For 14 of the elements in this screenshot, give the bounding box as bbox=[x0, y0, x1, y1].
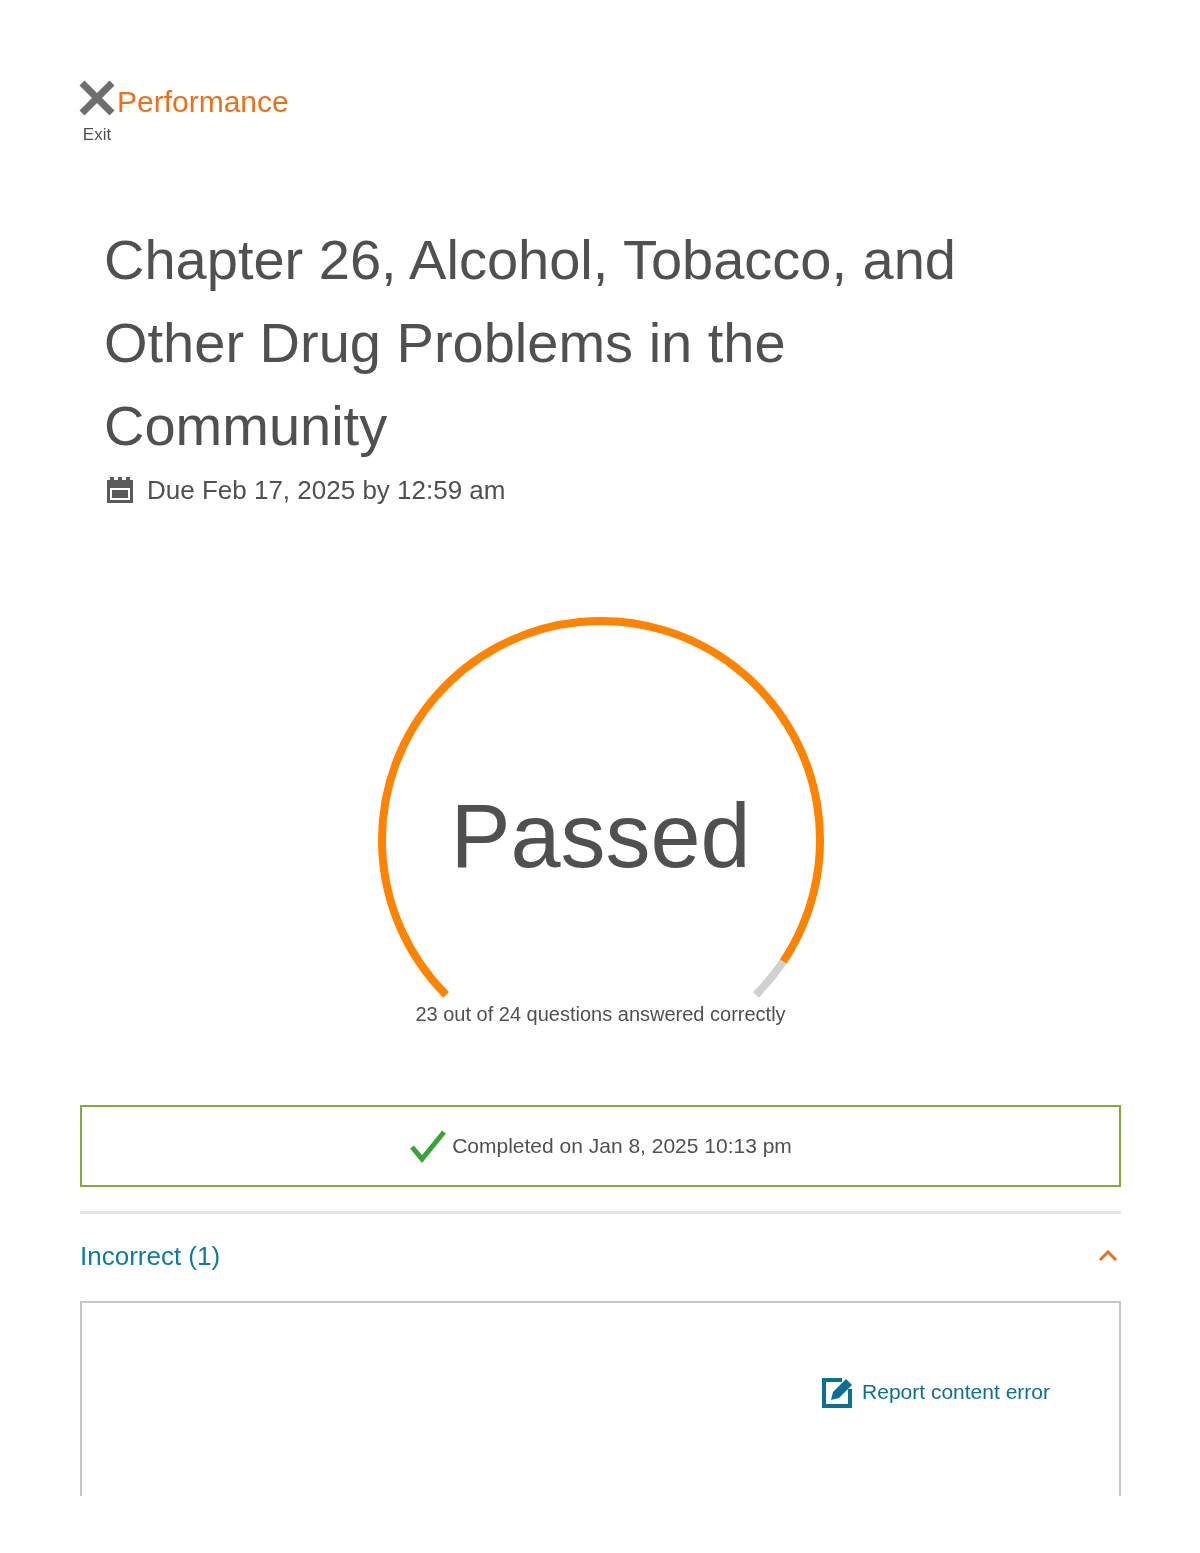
edit-icon bbox=[822, 1376, 855, 1408]
due-date: Due Feb 17, 2025 by 12:59 am bbox=[147, 475, 506, 505]
exit-button[interactable]: Exit bbox=[78, 79, 116, 145]
score-gauge-remainder bbox=[752, 959, 786, 998]
completion-text: Completed on Jan 8, 2025 10:13 pm bbox=[452, 1133, 792, 1159]
calendar-icon bbox=[107, 477, 133, 503]
section-toggle[interactable]: Incorrect (1) bbox=[80, 1214, 1121, 1298]
result-status: Passed bbox=[450, 791, 751, 881]
close-icon bbox=[78, 79, 116, 117]
report-error-link[interactable]: Report content error bbox=[822, 1376, 1050, 1408]
check-icon bbox=[409, 1129, 448, 1163]
assignment-title: Chapter 26, Alcohol, Tobacco, and Other Drug Problems in the Community bbox=[104, 227, 957, 459]
score-summary: 23 out of 24 questions answered correctly bbox=[415, 1002, 786, 1026]
page-heading: Performance bbox=[117, 84, 289, 120]
